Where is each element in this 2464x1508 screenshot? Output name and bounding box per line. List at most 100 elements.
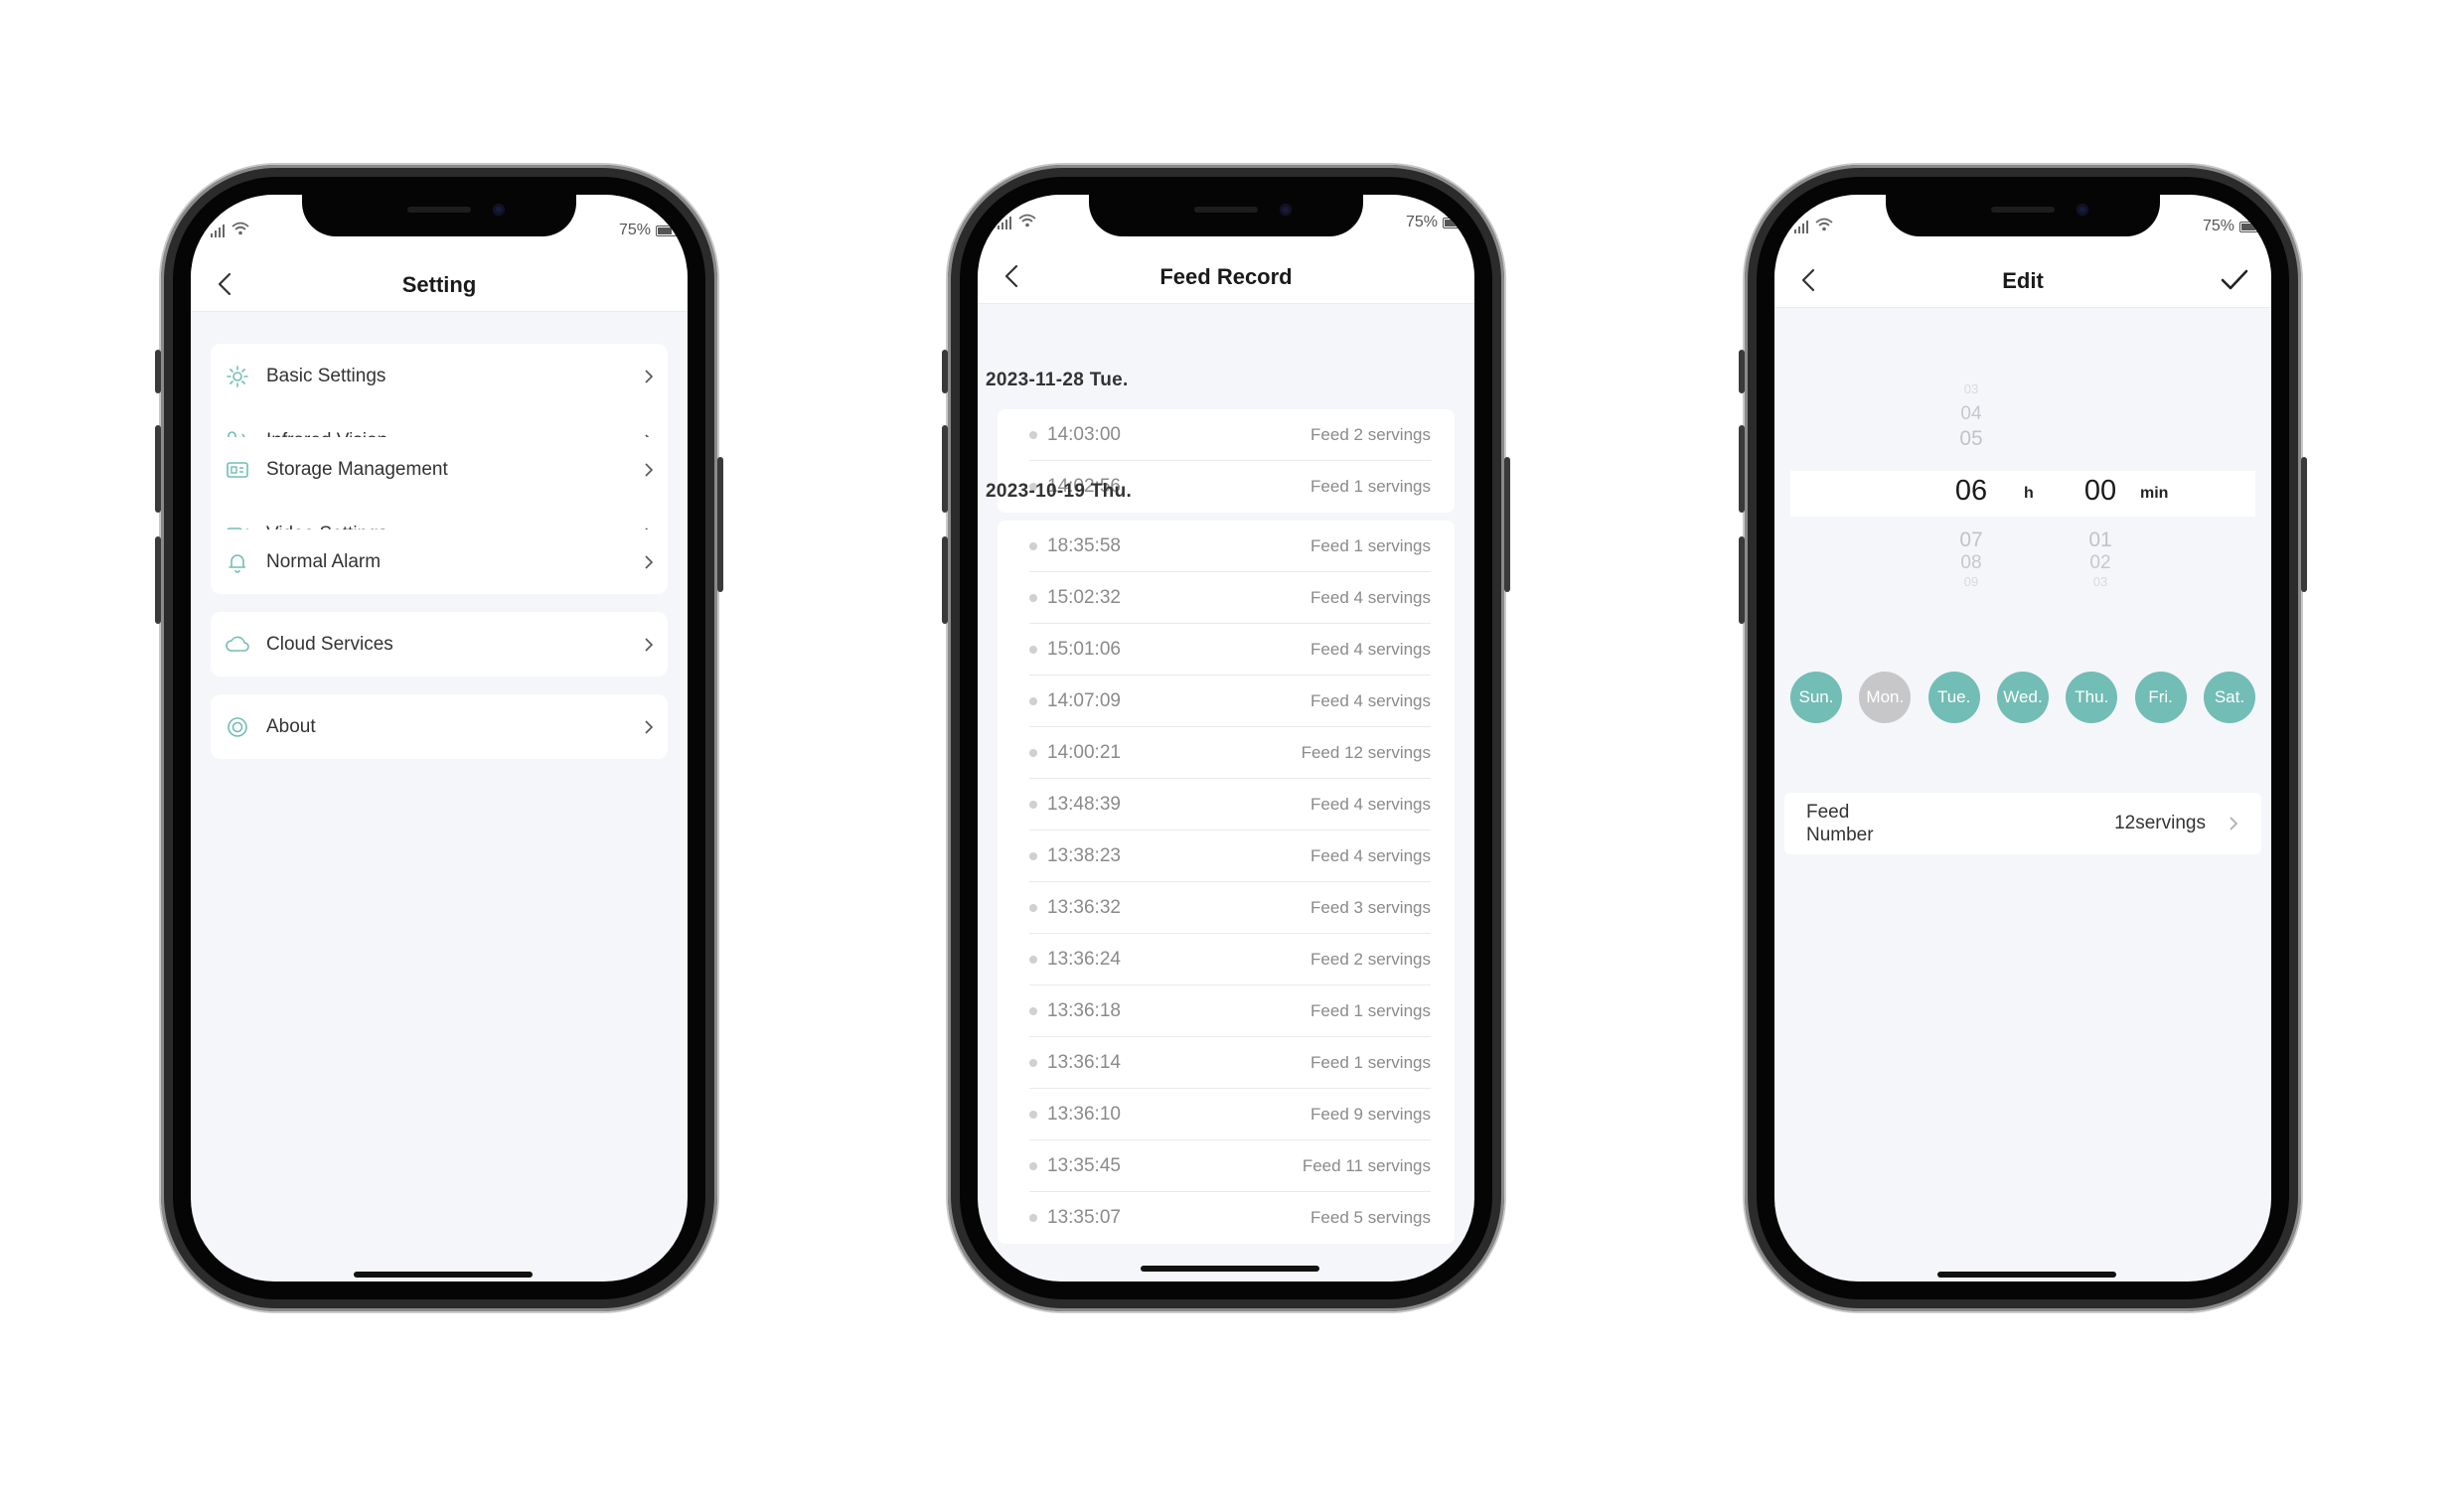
settings-item-basic-settings[interactable]: Basic Settings [211,344,668,408]
chevron-right-icon [645,719,654,734]
battery-percent: 75% [1405,214,1438,230]
page-title: Edit [2002,268,2044,293]
record-amount: Feed 4 servings [1310,845,1431,865]
wifi-icon [1018,214,1036,227]
storage-icon [225,457,250,483]
weekday-sat[interactable]: Sat. [2203,672,2255,723]
edit-screen: 75% Edit 06 h 00 min Sun. Mon. Tue. Wed. Thu… [1774,195,2271,1282]
record-time: 14:07:09 [1047,689,1121,711]
signal-icon [1794,221,1808,233]
feed-number-value: 12servings [2114,813,2206,833]
wifi-icon [1815,218,1833,231]
settings-item-cloud-services[interactable]: Cloud Services [211,612,668,677]
record-row: 13:38:23 Feed 4 servings [1029,830,1431,882]
phone-edit: 75% Edit 06 h 00 min Sun. Mon. Tue. Wed. Thu… [1739,165,2307,1311]
feed-number-row[interactable]: Feed Number 12servings [1784,793,2261,854]
record-time: 13:36:32 [1047,896,1121,918]
picker-option[interactable]: 02 [2061,552,2140,574]
signal-icon [211,225,225,237]
bell-icon [225,549,250,575]
hour-selected[interactable]: 06 [1931,475,2011,508]
page-title: Setting [401,272,477,297]
bullet-dot-icon [1029,851,1037,860]
record-time: 13:36:24 [1047,948,1121,970]
bullet-dot-icon [1029,696,1037,705]
checkmark-icon[interactable] [2220,266,2249,294]
weekday-selector: Sun. Mon. Tue. Wed. Thu. Fri. Sat. [1790,672,2255,723]
chevron-right-icon [645,637,654,652]
record-row: 14:00:21 Feed 12 servings [1029,727,1431,779]
record-time: 13:35:07 [1047,1207,1121,1228]
bullet-dot-icon [1029,903,1037,912]
record-row: 15:02:32 Feed 4 servings [1029,572,1431,624]
bullet-dot-icon [1029,955,1037,964]
battery-percent: 75% [2202,218,2234,234]
bullet-dot-icon [1029,1058,1037,1067]
record-time: 13:36:18 [1047,999,1121,1021]
picker-option[interactable]: 07 [1931,528,2011,552]
record-row: 13:36:32 Feed 3 servings [1029,882,1431,934]
bullet-dot-icon [1029,645,1037,654]
record-row: 13:36:18 Feed 1 servings [1029,985,1431,1037]
record-row: 13:36:10 Feed 9 servings [1029,1089,1431,1140]
bullet-dot-icon [1029,541,1037,550]
record-amount: Feed 4 servings [1310,690,1431,710]
picker-option[interactable]: 03 [1931,381,2011,396]
picker-option[interactable]: 03 [2061,574,2140,589]
gear-icon [225,364,250,389]
battery-icon [656,225,681,236]
bullet-dot-icon [1029,1161,1037,1170]
settings-item-storage-management[interactable]: Storage Management [211,437,668,502]
weekday-sun[interactable]: Sun. [1790,672,1842,723]
about-icon [225,714,250,740]
settings-item-label: Normal Alarm [266,550,382,572]
chevron-right-icon [2230,817,2238,830]
record-time: 13:38:23 [1047,844,1121,866]
record-time: 15:02:32 [1047,586,1121,608]
picker-option[interactable]: 01 [2061,528,2140,552]
picker-option[interactable]: 05 [1931,427,2011,451]
weekday-wed[interactable]: Wed. [1996,672,2049,723]
phone-setting: 75% Setting Basic SettingsInfrared Visio… [155,165,723,1311]
record-row: 15:01:06 Feed 4 servings [1029,624,1431,676]
time-picker-selection-band [1790,471,2255,517]
settings-item-label: Storage Management [266,458,448,480]
settings-item-label: Basic Settings [266,365,386,386]
picker-option[interactable]: 04 [1931,403,2011,425]
minute-selected[interactable]: 00 [2061,475,2140,508]
feed-number-label: Feed Number [1806,802,1874,845]
settings-item-about[interactable]: About [211,694,668,759]
chevron-right-icon [645,369,654,383]
picker-option[interactable]: 09 [1931,574,2011,589]
minute-unit: min [2140,485,2169,502]
record-row: 18:35:58 Feed 1 servings [1029,521,1431,572]
record-row: 14:03:00 Feed 2 servings [1029,409,1431,461]
picker-option[interactable]: 08 [1931,552,2011,574]
settings-item-label: About [266,715,316,737]
record-amount: Feed 1 servings [1310,477,1431,496]
weekday-tue[interactable]: Tue. [1927,672,1980,723]
weekday-thu[interactable]: Thu. [2066,672,2118,723]
nav-bar: Feed Record [978,248,1474,304]
record-list: 18:35:58 Feed 1 servings 15:02:32 Feed 4 se… [998,521,1455,1244]
settings-group: Normal Alarm [211,529,668,594]
settings-group: About [211,694,668,759]
record-amount: Feed 12 servings [1301,742,1431,762]
record-amount: Feed 9 servings [1310,1104,1431,1124]
record-date-header: 2023-10-19 Thu. [986,481,1133,502]
weekday-mon[interactable]: Mon. [1859,672,1912,723]
feed-record-screen: 75% Feed Record 2023-11-28 Tue. 14:03:00 F… [978,195,1474,1282]
chevron-right-icon [645,462,654,477]
record-amount: Feed 5 servings [1310,1208,1431,1227]
record-row: 14:07:09 Feed 4 servings [1029,676,1431,727]
page-title: Feed Record [1159,264,1293,289]
home-indicator [354,1272,533,1278]
phone-feed-record: 75% Feed Record 2023-11-28 Tue. 14:03:00 F… [942,165,1510,1311]
record-time: 14:00:21 [1047,741,1121,763]
signal-icon [998,217,1011,229]
battery-percent: 75% [618,222,651,238]
battery-icon [2239,221,2264,232]
weekday-fri[interactable]: Fri. [2134,672,2187,723]
settings-item-normal-alarm[interactable]: Normal Alarm [211,529,668,594]
record-time: 13:36:10 [1047,1103,1121,1125]
